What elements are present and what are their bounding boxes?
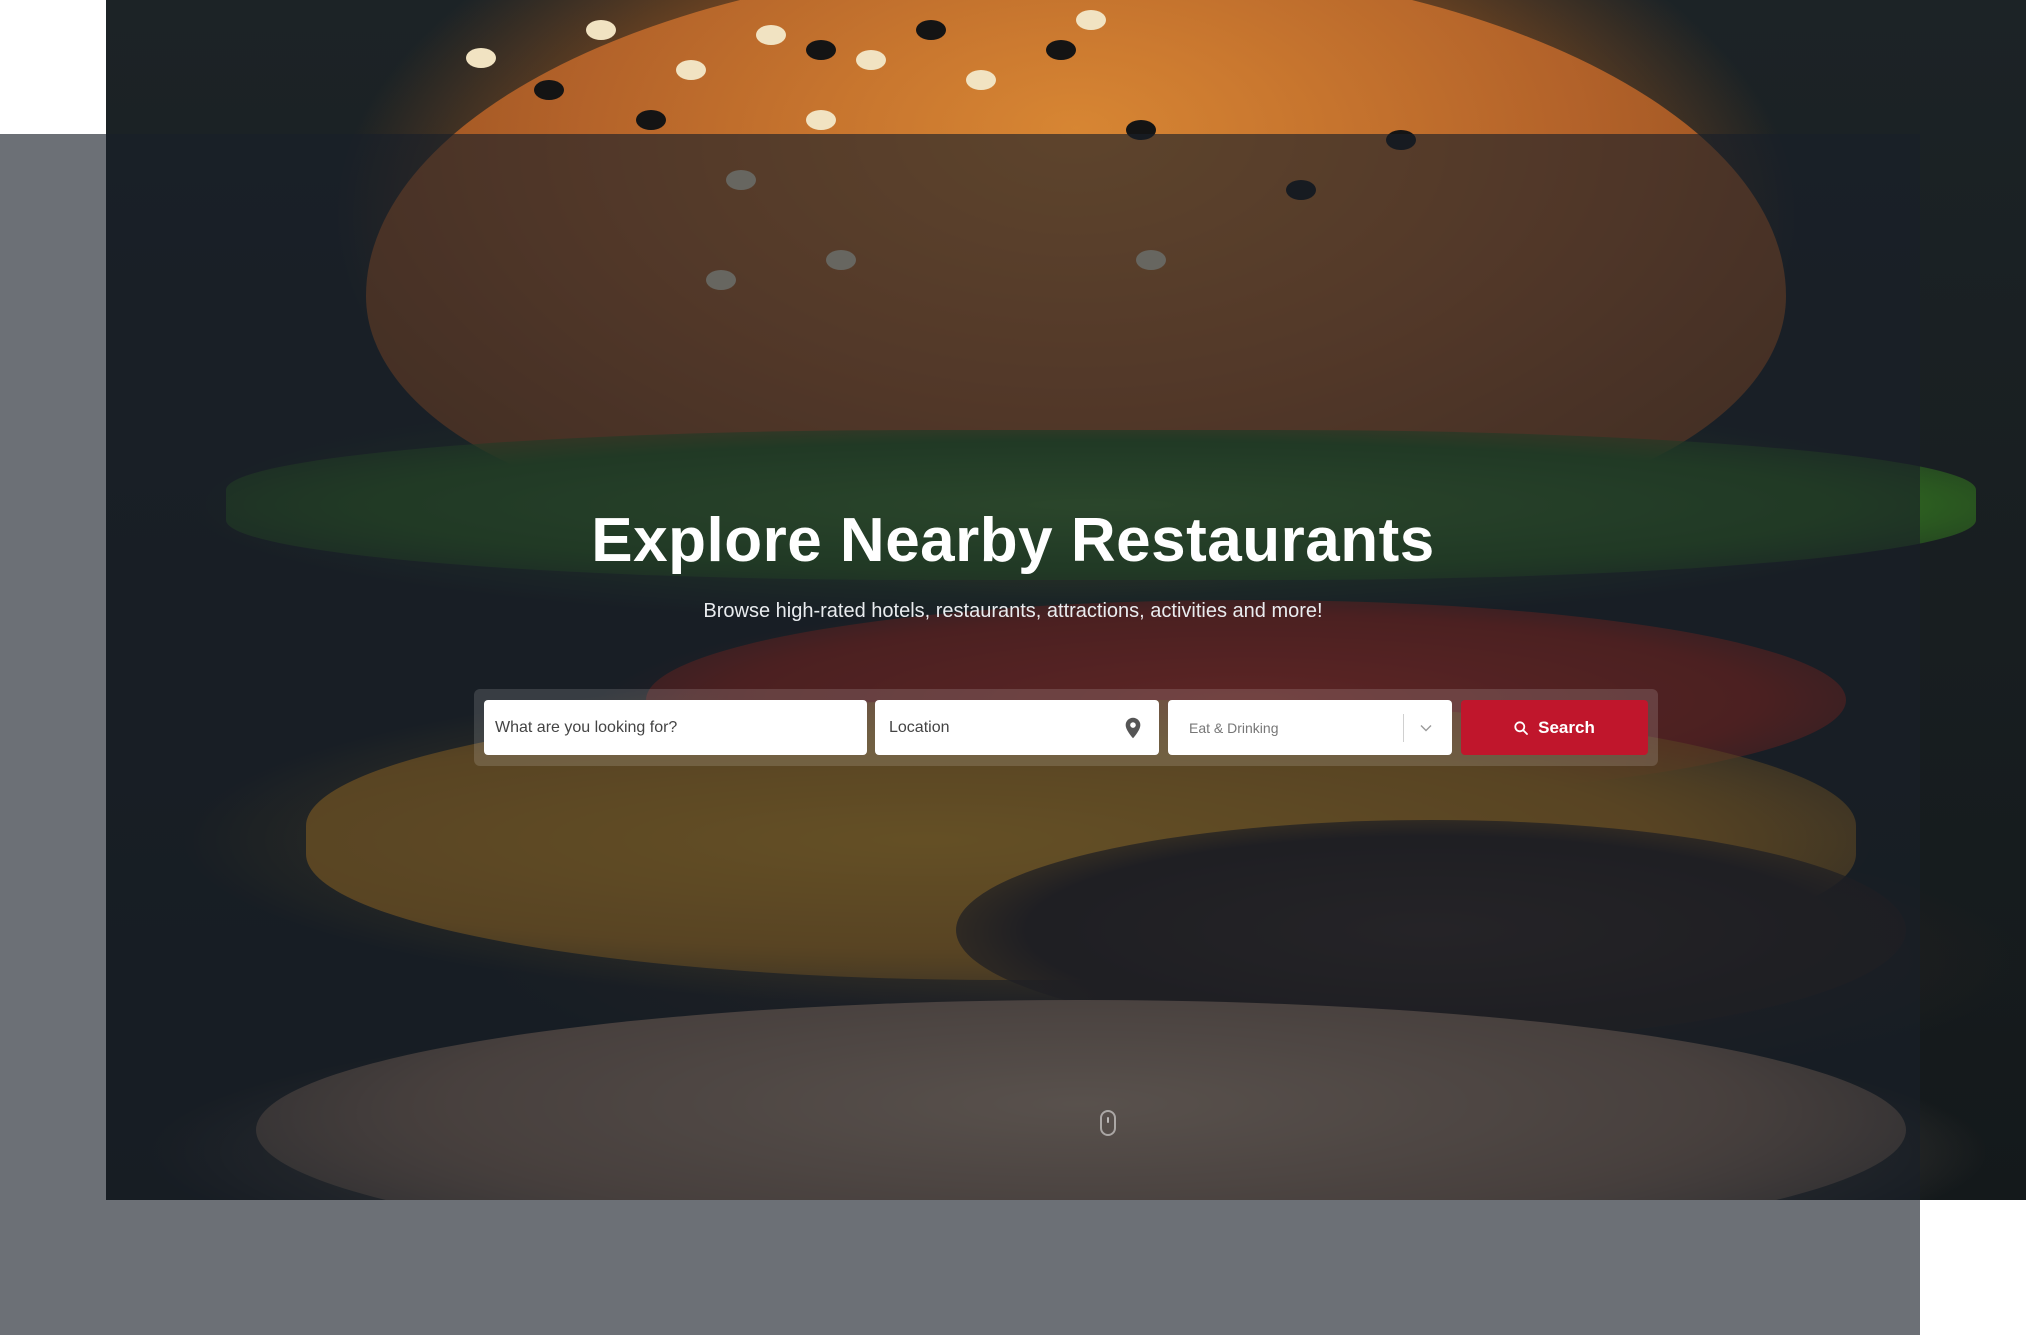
sesame-seed [1046,40,1076,60]
sesame-seed [756,25,786,45]
search-icon [1514,720,1529,735]
sesame-seed [806,40,836,60]
sesame-seed [916,20,946,40]
search-button-label: Search [1538,717,1595,737]
sesame-seed [466,48,496,68]
sesame-seed [636,110,666,130]
location-field[interactable] [875,699,1159,756]
page-subtitle: Browse high-rated hotels, restaurants, a… [703,600,1323,622]
mouse-scroll-icon[interactable] [1100,1110,1116,1136]
what-field[interactable] [484,699,867,756]
location-input[interactable] [887,699,1111,756]
what-input[interactable] [493,699,867,756]
map-pin-icon[interactable] [1124,717,1142,739]
chevron-down-icon[interactable] [1420,722,1432,734]
sesame-seed [856,50,886,70]
search-button[interactable]: Search [1461,700,1648,755]
sesame-seed [586,20,616,40]
sesame-seed [966,70,996,90]
select-divider [1403,714,1404,742]
sesame-seed [806,110,836,130]
category-selected-value: Eat & Drinking [1189,719,1279,736]
sesame-seed [1076,10,1106,30]
sesame-seed [534,80,564,100]
sesame-seed [676,60,706,80]
category-select[interactable]: Eat & Drinking [1168,700,1452,755]
page-title: Explore Nearby Restaurants [591,506,1435,575]
